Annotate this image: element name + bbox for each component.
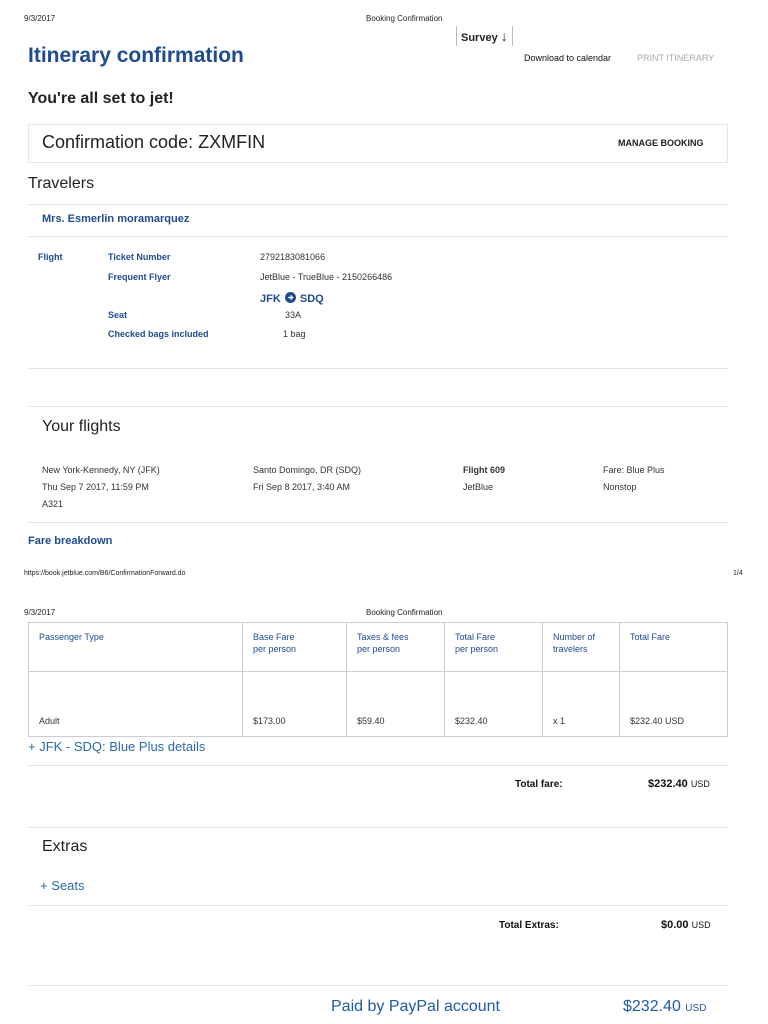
seat-label: Seat	[108, 310, 128, 320]
traveler-name: Mrs. Esmerlin moramarquez	[42, 213, 190, 225]
arrow-down-icon: ↓	[500, 28, 508, 44]
total-fare-value: $232.40	[648, 778, 688, 790]
confirmation-code: Confirmation code: ZXMFIN	[42, 132, 266, 152]
extras-heading: Extras	[42, 838, 88, 855]
col-taxes-fees: Taxes & fees per person	[346, 622, 445, 672]
flight-origin: New York-Kennedy, NY (JFK)	[42, 465, 160, 475]
print-date: 9/3/2017	[24, 14, 56, 23]
plus-icon: +	[40, 878, 48, 893]
print-title: Booking Confirmation	[366, 14, 443, 23]
route: JFK SDQ	[260, 292, 324, 305]
flight-destination: Santo Domingo, DR (SDQ)	[253, 465, 362, 475]
flight-label: Flight	[38, 252, 63, 262]
col-total-fare-per-person: Total Fare per person	[444, 622, 543, 672]
fare-breakdown-link[interactable]: Fare breakdown	[28, 535, 112, 547]
fare-class: Fare: Blue Plus	[603, 465, 665, 475]
footer-page-number: 1/4	[733, 570, 743, 577]
col-total-fare: Total Fare	[619, 622, 728, 672]
print-date-page2: 9/3/2017	[24, 608, 56, 617]
ticket-number-value: 2792183081066	[260, 252, 326, 262]
total-fare-label: Total fare:	[515, 779, 563, 790]
fare-details-link[interactable]: + JFK - SDQ: Blue Plus details	[28, 739, 205, 754]
checked-bags-value: 1 bag	[283, 329, 306, 339]
page-title: Itinerary confirmation	[28, 44, 244, 67]
cell-total-per-person: $232.40	[444, 671, 543, 737]
cell-total-fare: $232.40 USD	[619, 671, 728, 737]
route-from: JFK	[260, 293, 281, 305]
flight-arrive-time: Fri Sep 8 2017, 3:40 AM	[253, 482, 351, 492]
download-calendar-link[interactable]: Download to calendar	[524, 53, 611, 63]
paid-amount-currency: USD	[685, 1003, 707, 1014]
seat-value: 33A	[285, 310, 302, 320]
seats-link-label: Seats	[51, 878, 85, 893]
flight-aircraft: A321	[42, 499, 64, 509]
travelers-heading: Travelers	[28, 175, 95, 192]
flight-stops: Nonstop	[603, 482, 637, 492]
total-extras: $0.00 USD	[661, 919, 711, 931]
total-extras-value: $0.00	[661, 919, 689, 931]
fare-table-header-row: Passenger Type Base Fare per person Taxes…	[28, 622, 728, 672]
print-title-page2: Booking Confirmation	[366, 608, 443, 617]
flight-number: Flight 609	[463, 465, 506, 475]
seats-link[interactable]: + Seats	[40, 878, 84, 893]
cell-base-fare: $173.00	[242, 671, 347, 737]
col-passenger-type: Passenger Type	[28, 622, 243, 672]
paid-amount-value: $232.40	[623, 998, 681, 1015]
cell-travelers: x 1	[542, 671, 620, 737]
fare-table: Passenger Type Base Fare per person Taxes…	[28, 622, 728, 737]
paid-by-label: Paid by PayPal account	[331, 998, 500, 1015]
flight-depart-time: Thu Sep 7 2017, 11:59 PM	[42, 482, 149, 492]
manage-booking-button[interactable]: MANAGE BOOKING	[618, 138, 704, 148]
checked-bags-label: Checked bags included	[108, 329, 209, 339]
route-to: SDQ	[299, 293, 324, 305]
frequent-flyer-label: Frequent Flyer	[108, 272, 171, 282]
cell-taxes-fees: $59.40	[346, 671, 445, 737]
arrow-right-circle-icon	[284, 292, 296, 303]
your-flights-heading: Your flights	[42, 418, 121, 435]
total-extras-currency: USD	[691, 920, 711, 930]
cell-passenger-type: Adult	[28, 671, 243, 737]
flight-carrier: JetBlue	[463, 482, 494, 492]
survey-button[interactable]: Survey ↓	[456, 26, 513, 46]
footer-url: https://book.jetblue.com/B6/Confirmation…	[24, 570, 186, 577]
col-number-of-travelers: Number of travelers	[542, 622, 620, 672]
frequent-flyer-value: JetBlue - TrueBlue - 2150266486	[260, 272, 393, 282]
total-fare-currency: USD	[690, 779, 710, 789]
table-row: Adult $173.00 $59.40 $232.40 x 1 $232.40…	[28, 671, 728, 737]
print-itinerary-button[interactable]: PRINT ITINERARY	[637, 53, 714, 63]
total-extras-label: Total Extras:	[499, 920, 559, 931]
subheading: You're all set to jet!	[28, 90, 174, 107]
paid-amount: $232.40 USD	[623, 998, 706, 1016]
total-fare: $232.40 USD	[648, 778, 710, 790]
ticket-number-label: Ticket Number	[108, 252, 171, 262]
survey-label: Survey	[461, 32, 498, 44]
col-base-fare: Base Fare per person	[242, 622, 347, 672]
